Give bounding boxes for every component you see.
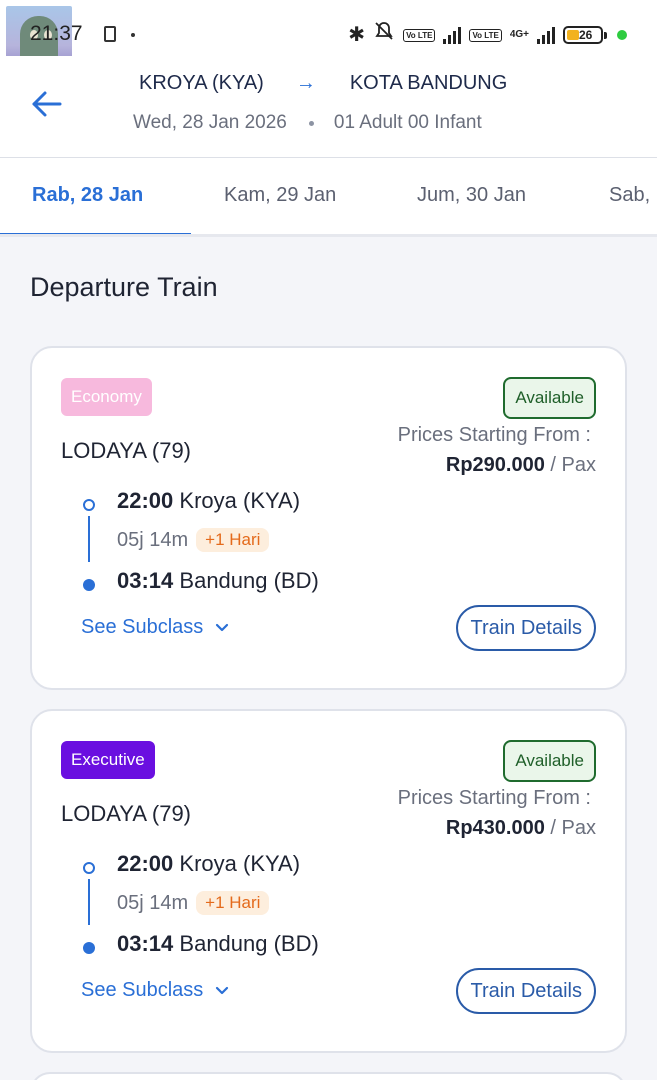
price-unit: / Pax (550, 817, 596, 839)
origin-station: KROYA (KYA) (139, 72, 264, 94)
privacy-indicator-icon (617, 30, 627, 40)
train-name: LODAYA (79) (61, 438, 192, 463)
timeline-line (88, 516, 90, 562)
departure-station: Kroya (KYA) (179, 488, 301, 513)
see-subclass-label: See Subclass (81, 616, 204, 638)
departure-dot-icon (83, 499, 95, 511)
price: Rp430.000 / Pax (446, 817, 596, 840)
arrival: 03:14 Bandung (BD) (117, 568, 319, 594)
mute-bell-icon (373, 20, 395, 50)
status-badge: Available (503, 740, 596, 782)
next-day-badge: +1 Hari (196, 891, 270, 915)
see-subclass-button[interactable]: See Subclass (81, 616, 229, 639)
train-card-partial[interactable] (30, 1072, 627, 1080)
departure: 22:00 Kroya (KYA) (117, 488, 300, 514)
signal-icon-2 (537, 26, 555, 44)
battery-level: 26 (579, 28, 593, 42)
bluetooth-icon: ✱ (348, 24, 366, 46)
train-card[interactable]: Economy Available LODAYA (79) Prices Sta… (30, 346, 627, 690)
passenger-count: 01 Adult 00 Infant (333, 112, 482, 133)
chevron-down-icon (216, 623, 229, 631)
trip-info: Wed, 28 Jan 2026 01 Adult 00 Infant (133, 112, 482, 134)
back-arrow-icon (32, 91, 62, 117)
status-time: 21:37 (30, 22, 83, 45)
price-label: Prices Starting From : (397, 787, 591, 809)
duration-text: 05j 14m (117, 528, 189, 551)
duration: 05j 14m +1 Hari (117, 891, 270, 915)
train-name: LODAYA (79) (61, 801, 192, 826)
tab-date-4[interactable]: Sab, (609, 184, 650, 207)
duration: 05j 14m +1 Hari (117, 528, 270, 552)
active-tab-indicator (0, 233, 191, 234)
train-card[interactable]: Executive Available LODAYA (79) Prices S… (30, 709, 627, 1053)
train-details-button[interactable]: Train Details (456, 968, 596, 1014)
battery-saver-icon (104, 26, 116, 42)
destination-station: KOTA BANDUNG (349, 72, 508, 94)
status-badge: Available (503, 377, 596, 419)
price: Rp290.000 / Pax (446, 454, 596, 477)
class-badge: Economy (61, 378, 152, 416)
price-amount: Rp430.000 (445, 817, 545, 839)
network-type: 4G+ (509, 29, 529, 40)
price-label: Prices Starting From : (397, 424, 591, 446)
arrival-station: Bandung (BD) (179, 931, 319, 956)
tab-date-1[interactable]: Rab, 28 Jan (32, 184, 143, 207)
departure: 22:00 Kroya (KYA) (117, 851, 300, 877)
notification-dot-icon (131, 33, 135, 37)
see-subclass-button[interactable]: See Subclass (81, 979, 229, 1002)
arrival-dot-icon (83, 579, 95, 591)
separator-dot (308, 120, 314, 126)
route: KROYA (KYA) → KOTA BANDUNG (139, 72, 507, 95)
arrival-dot-icon (83, 942, 95, 954)
travel-date: Wed, 28 Jan 2026 (133, 112, 287, 133)
see-subclass-label: See Subclass (81, 979, 204, 1001)
departure-dot-icon (83, 862, 95, 874)
arrival-time: 03:14 (117, 931, 174, 956)
timeline-line (88, 879, 90, 925)
battery-icon: 26 (563, 26, 607, 44)
price-amount: Rp290.000 (445, 454, 545, 476)
price-unit: / Pax (550, 454, 596, 476)
departure-time: 22:00 (117, 851, 174, 876)
back-button[interactable] (28, 84, 68, 124)
arrival: 03:14 Bandung (BD) (117, 931, 319, 957)
volte-icon: Vo LTE (403, 28, 436, 42)
departure-station: Kroya (KYA) (179, 851, 301, 876)
class-badge: Executive (61, 741, 155, 779)
chevron-down-icon (216, 986, 229, 994)
signal-icon (443, 26, 462, 44)
section-title: Departure Train (30, 272, 218, 302)
next-day-badge: +1 Hari (196, 528, 270, 552)
tab-date-2[interactable]: Kam, 29 Jan (224, 184, 336, 207)
volte-icon-2: Vo LTE (469, 28, 502, 42)
duration-text: 05j 14m (117, 891, 189, 914)
tab-date-3[interactable]: Jum, 30 Jan (417, 184, 526, 207)
arrival-time: 03:14 (117, 568, 174, 593)
date-tabs: Rab, 28 Jan Kam, 29 Jan Jum, 30 Jan Sab, (0, 158, 657, 237)
search-summary-header: KROYA (KYA) → KOTA BANDUNG Wed, 28 Jan 2… (0, 56, 657, 158)
train-details-button[interactable]: Train Details (456, 605, 596, 651)
departure-time: 22:00 (117, 488, 174, 513)
route-arrow-icon: → (295, 72, 316, 94)
arrival-station: Bandung (BD) (179, 568, 319, 593)
